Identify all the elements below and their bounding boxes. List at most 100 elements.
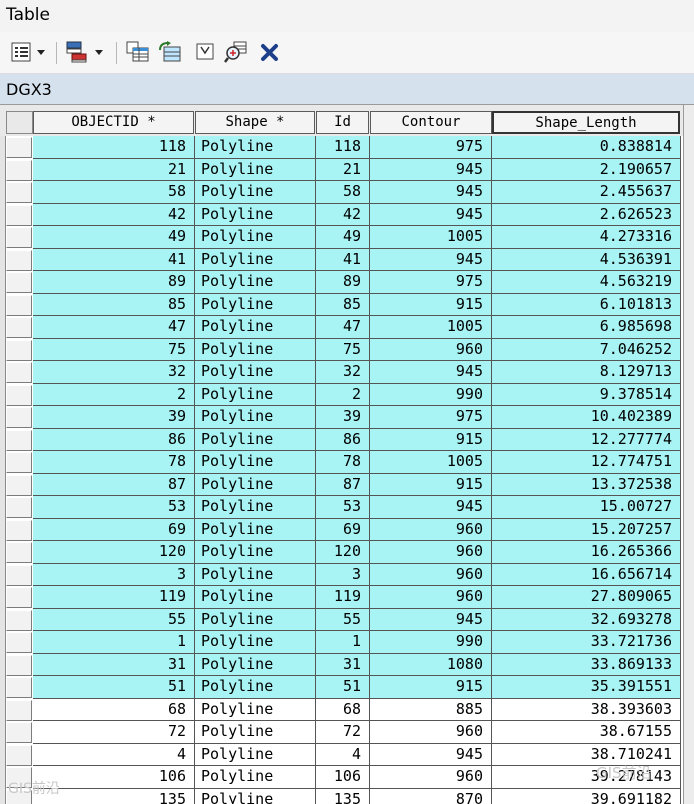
delete-selected-icon[interactable]: [258, 40, 282, 64]
row-selector[interactable]: [6, 137, 32, 158]
row-selector[interactable]: [6, 205, 32, 226]
cell-objectid[interactable]: 119: [33, 586, 195, 609]
cell-id[interactable]: 85: [316, 294, 370, 317]
cell-objectid[interactable]: 51: [33, 676, 195, 699]
cell-shape-length[interactable]: 38.710241: [492, 744, 681, 767]
cell-shape[interactable]: Polyline: [195, 676, 316, 699]
row-selector[interactable]: [6, 520, 32, 541]
switch-selection-icon[interactable]: [158, 40, 182, 64]
cell-objectid[interactable]: 86: [33, 429, 195, 452]
cell-shape[interactable]: Polyline: [195, 519, 316, 542]
table-row[interactable]: 85Polyline859156.101813: [0, 294, 694, 317]
row-selector[interactable]: [6, 587, 32, 608]
cell-id[interactable]: 106: [316, 766, 370, 789]
cell-objectid[interactable]: 41: [33, 249, 195, 272]
cell-contour[interactable]: 1080: [370, 654, 492, 677]
cell-shape[interactable]: Polyline: [195, 339, 316, 362]
cell-shape-length[interactable]: 4.563219: [492, 271, 681, 294]
cell-contour[interactable]: 945: [370, 744, 492, 767]
table-row[interactable]: 42Polyline429452.626523: [0, 204, 694, 227]
cell-contour[interactable]: 960: [370, 541, 492, 564]
cell-id[interactable]: 3: [316, 564, 370, 587]
cell-id[interactable]: 4: [316, 744, 370, 767]
cell-contour[interactable]: 915: [370, 474, 492, 497]
cell-shape[interactable]: Polyline: [195, 496, 316, 519]
table-row[interactable]: 120Polyline12096016.265366: [0, 541, 694, 564]
column-header-objectid[interactable]: OBJECTID *: [33, 111, 194, 134]
cell-id[interactable]: 51: [316, 676, 370, 699]
row-selector[interactable]: [6, 385, 32, 406]
column-header-id[interactable]: Id: [316, 111, 369, 134]
table-row[interactable]: 55Polyline5594532.693278: [0, 609, 694, 632]
cell-id[interactable]: 68: [316, 699, 370, 722]
table-row[interactable]: 41Polyline419454.536391: [0, 249, 694, 272]
cell-contour[interactable]: 945: [370, 159, 492, 182]
cell-shape-length[interactable]: 4.536391: [492, 249, 681, 272]
row-selector[interactable]: [6, 655, 32, 676]
table-row[interactable]: 51Polyline5191535.391551: [0, 676, 694, 699]
cell-shape[interactable]: Polyline: [195, 451, 316, 474]
cell-contour[interactable]: 960: [370, 519, 492, 542]
cell-objectid[interactable]: 31: [33, 654, 195, 677]
cell-shape[interactable]: Polyline: [195, 789, 316, 804]
cell-objectid[interactable]: 47: [33, 316, 195, 339]
cell-shape-length[interactable]: 9.378514: [492, 384, 681, 407]
cell-contour[interactable]: 1005: [370, 451, 492, 474]
related-tables-icon[interactable]: [66, 40, 90, 64]
cell-shape-length[interactable]: 33.721736: [492, 631, 681, 654]
row-selector[interactable]: [6, 340, 32, 361]
cell-id[interactable]: 120: [316, 541, 370, 564]
cell-objectid[interactable]: 58: [33, 181, 195, 204]
cell-id[interactable]: 41: [316, 249, 370, 272]
cell-shape-length[interactable]: 6.985698: [492, 316, 681, 339]
cell-contour[interactable]: 975: [370, 136, 492, 159]
row-selector[interactable]: [6, 452, 32, 473]
cell-shape[interactable]: Polyline: [195, 361, 316, 384]
cell-id[interactable]: 119: [316, 586, 370, 609]
table-row[interactable]: 86Polyline8691512.277774: [0, 429, 694, 452]
cell-id[interactable]: 31: [316, 654, 370, 677]
cell-shape[interactable]: Polyline: [195, 766, 316, 789]
cell-contour[interactable]: 945: [370, 204, 492, 227]
cell-shape-length[interactable]: 38.393603: [492, 699, 681, 722]
cell-shape-length[interactable]: 15.00727: [492, 496, 681, 519]
cell-shape[interactable]: Polyline: [195, 294, 316, 317]
row-selector[interactable]: [6, 272, 32, 293]
cell-shape-length[interactable]: 15.207257: [492, 519, 681, 542]
cell-id[interactable]: 55: [316, 609, 370, 632]
table-row[interactable]: 4Polyline494538.710241: [0, 744, 694, 767]
row-selector[interactable]: [6, 610, 32, 631]
cell-shape-length[interactable]: 0.838814: [492, 136, 681, 159]
table-row[interactable]: 69Polyline6996015.207257: [0, 519, 694, 542]
table-row[interactable]: 106Polyline10696039.278143: [0, 766, 694, 789]
cell-id[interactable]: 53: [316, 496, 370, 519]
row-selector[interactable]: [6, 182, 32, 203]
cell-shape[interactable]: Polyline: [195, 204, 316, 227]
table-row[interactable]: 3Polyline396016.656714: [0, 564, 694, 587]
cell-shape[interactable]: Polyline: [195, 744, 316, 767]
cell-contour[interactable]: 975: [370, 406, 492, 429]
cell-shape-length[interactable]: 16.265366: [492, 541, 681, 564]
column-header-shape[interactable]: Shape *: [195, 111, 315, 134]
cell-shape-length[interactable]: 16.656714: [492, 564, 681, 587]
cell-shape-length[interactable]: 12.277774: [492, 429, 681, 452]
cell-shape[interactable]: Polyline: [195, 384, 316, 407]
chevron-down-icon[interactable]: [34, 40, 48, 64]
zoom-to-selected-icon[interactable]: [224, 40, 248, 64]
cell-id[interactable]: 2: [316, 384, 370, 407]
cell-objectid[interactable]: 87: [33, 474, 195, 497]
cell-shape[interactable]: Polyline: [195, 429, 316, 452]
row-selector[interactable]: [6, 542, 32, 563]
cell-contour[interactable]: 915: [370, 294, 492, 317]
cell-id[interactable]: 32: [316, 361, 370, 384]
table-row[interactable]: 1Polyline199033.721736: [0, 631, 694, 654]
row-selector[interactable]: [6, 317, 32, 338]
cell-objectid[interactable]: 78: [33, 451, 195, 474]
row-selector[interactable]: [6, 745, 32, 766]
cell-id[interactable]: 75: [316, 339, 370, 362]
cell-id[interactable]: 39: [316, 406, 370, 429]
chevron-down-icon[interactable]: [92, 40, 106, 64]
cell-contour[interactable]: 990: [370, 631, 492, 654]
cell-shape-length[interactable]: 8.129713: [492, 361, 681, 384]
table-row[interactable]: 75Polyline759607.046252: [0, 339, 694, 362]
